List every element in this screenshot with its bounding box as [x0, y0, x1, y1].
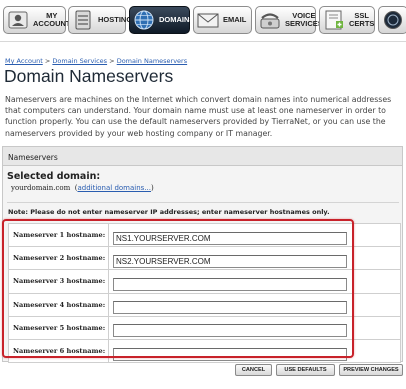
- table-row: Nameserver 3 hostname:: [8, 269, 401, 294]
- table-row: Nameserver 1 hostname:: [8, 222, 401, 248]
- cancel-button[interactable]: CANCEL: [235, 364, 272, 376]
- nav-ssl-certs-button[interactable]: SSL CERTS: [319, 6, 375, 34]
- nav-domains-button[interactable]: DOMAINS: [129, 6, 194, 34]
- table-row: Nameserver 4 hostname:: [8, 292, 401, 317]
- breadcrumb-separator: >: [109, 57, 115, 65]
- phone-icon: [260, 13, 280, 29]
- selected-domain: yourdomain.com (additional domains...): [11, 184, 154, 192]
- table-row: Nameserver 6 hostname:: [8, 338, 401, 364]
- nameserver-1-label: Nameserver 1 hostname:: [8, 222, 109, 248]
- top-navigation: MY ACCOUNT HOSTING DOMAINS EMAIL VOICE S…: [0, 0, 406, 42]
- nav-label: HOSTING: [98, 15, 133, 25]
- nav-label: DOMAINS: [159, 15, 195, 25]
- table-row: Nameserver 5 hostname:: [8, 315, 401, 340]
- nameserver-table: Nameserver 1 hostname: Nameserver 2 host…: [8, 222, 401, 364]
- panel-header: Nameservers: [3, 147, 402, 166]
- nameserver-1-input[interactable]: [113, 231, 347, 245]
- nameserver-4-input[interactable]: [113, 301, 347, 315]
- nav-my-account-button[interactable]: MY ACCOUNT: [3, 6, 71, 34]
- page-title: Domain Nameservers: [4, 66, 174, 86]
- nameserver-6-label: Nameserver 6 hostname:: [8, 338, 109, 364]
- nav-more-button[interactable]: [378, 6, 406, 34]
- nav-label: SERVICES: [285, 19, 323, 28]
- nav-hosting-button[interactable]: HOSTING: [68, 6, 132, 34]
- hosting-icon: [75, 10, 91, 30]
- envelope-icon: [197, 13, 219, 28]
- additional-domains-link[interactable]: additional domains...: [77, 184, 151, 192]
- nav-email-button[interactable]: EMAIL: [193, 6, 252, 34]
- preview-changes-button[interactable]: PREVIEW CHANGES: [339, 364, 403, 376]
- table-row: Nameserver 2 hostname:: [8, 246, 401, 271]
- use-defaults-button[interactable]: USE DEFAULTS: [276, 364, 335, 376]
- nameserver-note: Note: Please do not enter nameserver IP …: [8, 208, 330, 216]
- nav-voice-services-button[interactable]: VOICE SERVICES: [255, 6, 323, 34]
- nav-label: ACCOUNT: [33, 19, 71, 28]
- account-icon: [8, 11, 28, 29]
- globe-icon: [384, 11, 402, 29]
- globe-icon: [134, 10, 154, 30]
- breadcrumb-domain-nameservers-link[interactable]: Domain Nameservers: [117, 57, 187, 65]
- nameserver-6-input[interactable]: [113, 347, 347, 361]
- nameserver-4-label: Nameserver 4 hostname:: [8, 292, 109, 317]
- nameserver-3-label: Nameserver 3 hostname:: [8, 269, 109, 294]
- breadcrumb-separator: >: [44, 57, 51, 65]
- nameserver-2-input[interactable]: [113, 254, 347, 268]
- selected-domain-label: Selected domain:: [7, 171, 101, 182]
- selected-domain-value: yourdomain.com: [11, 184, 71, 192]
- nameservers-panel: Nameservers Selected domain: yourdomain.…: [2, 146, 403, 364]
- nameserver-5-input[interactable]: [113, 324, 347, 338]
- breadcrumb: My Account > Domain Services > Domain Na…: [5, 57, 187, 65]
- intro-paragraph: Nameservers are machines on the Internet…: [5, 95, 392, 138]
- nav-label: CERTS: [349, 19, 375, 28]
- nameserver-5-label: Nameserver 5 hostname:: [8, 315, 109, 340]
- action-bar: CANCEL USE DEFAULTS PREVIEW CHANGES: [0, 364, 406, 376]
- nameserver-2-label: Nameserver 2 hostname:: [8, 246, 109, 271]
- certificate-icon: [325, 10, 343, 30]
- divider: [7, 202, 399, 203]
- breadcrumb-domain-services-link[interactable]: Domain Services: [52, 57, 107, 65]
- breadcrumb-my-account-link[interactable]: My Account: [5, 57, 43, 65]
- nav-label: EMAIL: [223, 15, 247, 25]
- nameserver-3-input[interactable]: [113, 277, 347, 291]
